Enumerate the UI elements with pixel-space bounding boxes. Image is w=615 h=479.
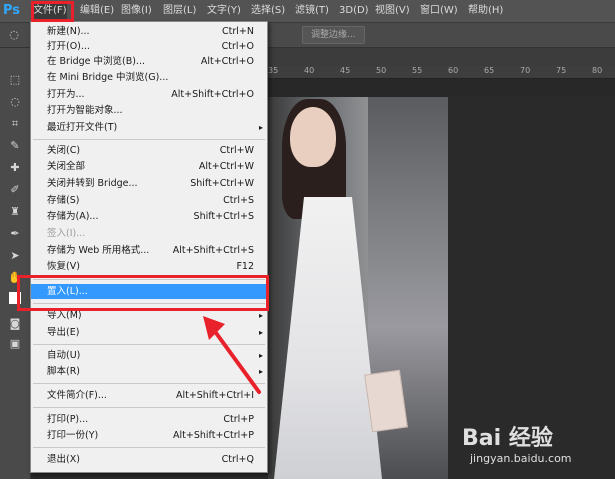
menu-item-save-as[interactable]: 存储为(A)... Shift+Ctrl+S: [31, 209, 267, 224]
menu-item-revert[interactable]: 恢复(V) F12: [31, 259, 267, 274]
screen-mode-icon[interactable]: ▣: [6, 336, 24, 352]
menu-item-new[interactable]: 新建(N)... Ctrl+N: [31, 24, 267, 39]
ruler-tick: 45: [340, 66, 351, 75]
baidu-watermark-logo: Bai 经验: [462, 426, 553, 451]
ruler-tick: 40: [304, 66, 315, 75]
horizontal-ruler: 35 40 45 50 55 60 65 70 75 80: [268, 66, 615, 79]
refine-edge-button[interactable]: 调整边缘...: [302, 26, 365, 44]
menu-item-check-in: 签入(I)...: [47, 228, 86, 239]
path-select-tool-icon[interactable]: ➤: [6, 248, 24, 264]
menu-image[interactable]: 图像(I): [121, 3, 152, 19]
ruler-tick: 60: [448, 66, 459, 75]
submenu-arrow-icon: ▸: [258, 123, 263, 132]
pen-tool-icon[interactable]: ✒: [6, 226, 24, 242]
menu-bar: Ps 文件(F) 编辑(E) 图像(I) 图层(L) 文字(Y) 选择(S) 滤…: [0, 0, 615, 23]
ruler-tick: 65: [484, 66, 495, 75]
menu-separator: [33, 447, 265, 448]
menu-item-recent-files[interactable]: 最近打开文件(T) ▸: [31, 120, 267, 135]
menu-item-print[interactable]: 打印(P)... Ctrl+P: [31, 412, 267, 427]
menu-item-exit[interactable]: 退出(X) Ctrl+Q: [31, 452, 267, 467]
crop-tool-icon[interactable]: ⌗: [6, 116, 24, 132]
menu-view[interactable]: 视图(V): [375, 3, 410, 19]
menu-item-save[interactable]: 存储(S) Ctrl+S: [31, 193, 267, 208]
photoshop-logo: Ps: [3, 3, 21, 18]
menu-item-browse-bridge[interactable]: 在 Bridge 中浏览(B)... Alt+Ctrl+O: [31, 54, 267, 69]
marquee-tool-icon[interactable]: ⬚: [6, 72, 24, 88]
menu-layer[interactable]: 图层(L): [163, 3, 196, 19]
lasso-tool-icon[interactable]: ◌: [6, 94, 24, 110]
menu-item-browse-mini-bridge[interactable]: 在 Mini Bridge 中浏览(G)...: [31, 70, 267, 85]
eyedropper-tool-icon[interactable]: ✎: [6, 138, 24, 154]
menu-item-close-go-bridge[interactable]: 关闭并转到 Bridge... Shift+Ctrl+W: [31, 176, 267, 191]
ruler-tick: 70: [520, 66, 531, 75]
canvas-photo: [268, 97, 448, 479]
ruler-tick: 55: [412, 66, 423, 75]
menu-help[interactable]: 帮助(H): [468, 3, 503, 19]
ruler-tick: 35: [268, 66, 279, 75]
menu-filter[interactable]: 滤镜(T): [295, 3, 329, 19]
menu-3d[interactable]: 3D(D): [339, 3, 369, 19]
menu-separator: [33, 139, 265, 140]
baidu-watermark-url: jingyan.baidu.com: [470, 452, 572, 465]
menu-item-open-as[interactable]: 打开为... Alt+Shift+Ctrl+O: [31, 87, 267, 102]
healing-brush-tool-icon[interactable]: ✚: [6, 160, 24, 176]
file-menu-dropdown: 新建(N)... Ctrl+N 打开(O)... Ctrl+O 在 Bridge 中…: [30, 21, 268, 473]
ruler-tick: 50: [376, 66, 387, 75]
brush-tool-icon[interactable]: ✐: [6, 182, 24, 198]
menu-item-save-for-web[interactable]: 存储为 Web 所用格式... Alt+Shift+Ctrl+S: [31, 243, 267, 258]
menu-window[interactable]: 窗口(W): [420, 3, 458, 19]
lasso-option-icon[interactable]: ◌: [5, 27, 23, 43]
ruler-tick: 75: [556, 66, 567, 75]
menu-item-close[interactable]: 关闭(C) Ctrl+W: [31, 143, 267, 158]
stamp-tool-icon[interactable]: ♜: [6, 204, 24, 220]
menu-separator: [33, 407, 265, 408]
tool-panel: ⬚ ◌ ⌗ ✎ ✚ ✐ ♜ ✒ ➤ ✋ ◙ ▣: [0, 48, 31, 479]
menu-item-print-one-copy[interactable]: 打印一份(Y) Alt+Shift+Ctrl+P: [31, 428, 267, 443]
menu-edit[interactable]: 编辑(E): [80, 3, 114, 19]
menu-type[interactable]: 文字(Y): [207, 3, 241, 19]
photo-face: [290, 107, 336, 167]
annotation-highlight-place-item: [17, 275, 269, 311]
menu-item-open[interactable]: 打开(O)... Ctrl+O: [31, 39, 267, 54]
quick-mask-icon[interactable]: ◙: [6, 316, 24, 332]
menu-item-open-smart-object[interactable]: 打开为智能对象...: [31, 103, 267, 118]
menu-select[interactable]: 选择(S): [251, 3, 285, 19]
menu-item-close-all[interactable]: 关闭全部 Alt+Ctrl+W: [31, 159, 267, 174]
ruler-tick: 80: [592, 66, 603, 75]
annotation-arrow-icon: [203, 316, 261, 394]
annotation-highlight-file-menu: [31, 1, 74, 22]
